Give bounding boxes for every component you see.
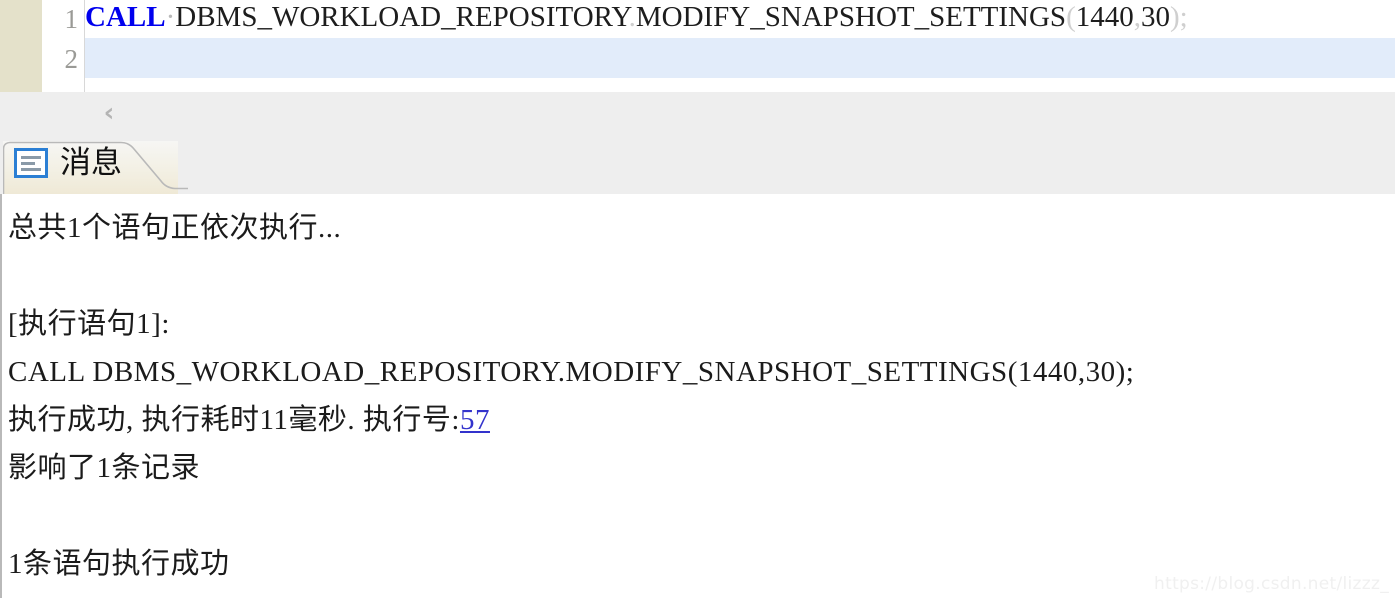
editor-bookmark-strip[interactable]: [0, 0, 42, 92]
sql-arg-2: 30: [1140, 1, 1170, 33]
whitespace-marker: ·: [165, 1, 176, 33]
message-line-exec-result: 执行成功, 执行耗时11毫秒. 执行号:57: [8, 396, 1395, 444]
tab-messages-content[interactable]: 消息: [14, 146, 122, 180]
chevron-left-icon[interactable]: ‹: [95, 98, 123, 128]
sql-semicolon: ;: [1179, 1, 1188, 33]
tab-messages-label: 消息: [60, 145, 122, 181]
exec-id-link[interactable]: 57: [460, 404, 490, 436]
sql-arg-1: 1440: [1075, 1, 1134, 33]
exec-result-text: 执行成功, 执行耗时11毫秒. 执行号:: [8, 404, 460, 436]
line-number-1: 1: [64, 4, 79, 34]
editor-toolbar-strip: ‹: [0, 92, 1395, 138]
sql-open-paren: (: [1066, 1, 1076, 33]
message-line-affected-rows: 影响了1条记录: [8, 452, 201, 484]
sql-package-name: DBMS_WORKLOAD_REPOSITORY: [175, 1, 629, 33]
message-line-blank-2: [8, 492, 1395, 540]
watermark-text: https://blog.csdn.net/lizzz_: [1154, 574, 1389, 594]
sql-keyword-call: CALL: [85, 1, 166, 33]
sql-dot-separator: .: [628, 1, 636, 33]
editor-line-number-gutter: 1 2: [42, 0, 85, 92]
messages-output-panel[interactable]: 总共1个语句正依次执行... [执行语句1]: CALL DBMS_WORKLO…: [0, 194, 1395, 598]
message-line-summary-start: 总共1个语句正依次执行...: [8, 212, 342, 244]
code-line-2-current[interactable]: [85, 38, 1395, 78]
sql-editor[interactable]: 1 2 CALL·DBMS_WORKLOAD_REPOSITORY.MODIFY…: [0, 0, 1395, 92]
message-line-statement-sql: CALL DBMS_WORKLOAD_REPOSITORY.MODIFY_SNA…: [8, 356, 1135, 388]
code-line-1[interactable]: CALL·DBMS_WORKLOAD_REPOSITORY.MODIFY_SNA…: [85, 0, 1395, 37]
sql-close-paren: ): [1169, 1, 1180, 33]
message-lines-icon: [14, 148, 48, 178]
sql-procedure-name: MODIFY_SNAPSHOT_SETTINGS: [635, 1, 1067, 33]
messages-text-block: 总共1个语句正依次执行... [执行语句1]: CALL DBMS_WORKLO…: [8, 204, 1395, 588]
message-line-statement-header: [执行语句1]:: [8, 308, 170, 340]
editor-code-area[interactable]: CALL·DBMS_WORKLOAD_REPOSITORY.MODIFY_SNA…: [85, 0, 1395, 92]
line-number-2: 2: [64, 44, 79, 74]
sql-comma: ,: [1133, 1, 1141, 33]
message-line-blank-1: [8, 252, 1395, 300]
result-tab-bar: 消息: [0, 137, 1395, 195]
